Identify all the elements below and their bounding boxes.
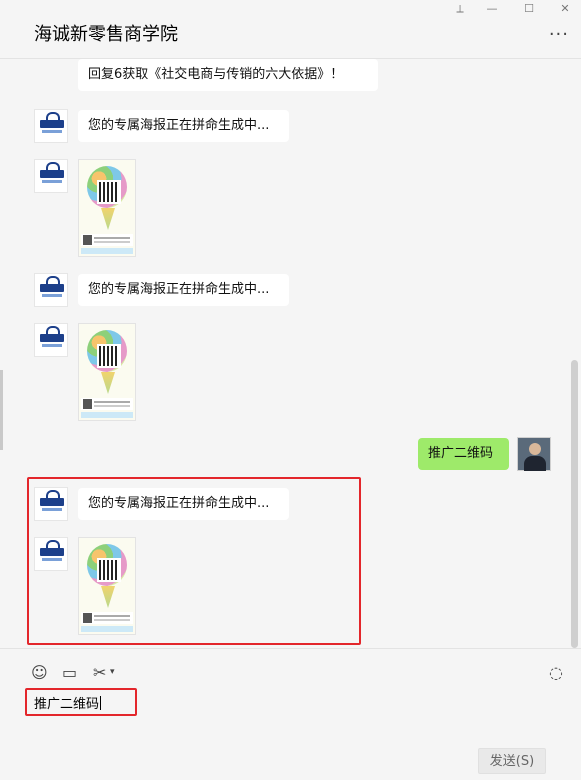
message-bubble[interactable]: 回复6获取《社交电商与传销的六大依据》！: [78, 59, 378, 91]
account-avatar[interactable]: [34, 159, 68, 193]
account-avatar[interactable]: [34, 109, 68, 143]
poster-image[interactable]: [78, 323, 136, 421]
minimize-icon[interactable]: —: [482, 0, 502, 18]
highlight-box-messages: [27, 477, 361, 645]
account-avatar[interactable]: [34, 323, 68, 357]
message-bubble[interactable]: 您的专属海报正在拼命生成中...: [78, 110, 289, 142]
chat-scrollbar[interactable]: [571, 360, 578, 648]
highlight-box-input: [25, 688, 137, 716]
pin-icon[interactable]: ⟂: [451, 0, 469, 18]
folder-icon[interactable]: ▭: [62, 663, 77, 682]
chevron-down-icon[interactable]: ▾: [110, 667, 115, 677]
close-icon[interactable]: ✕: [555, 0, 575, 18]
user-avatar[interactable]: [517, 437, 551, 471]
more-options-icon[interactable]: ···: [549, 24, 569, 45]
emoji-icon[interactable]: ☺: [31, 663, 48, 682]
message-bubble[interactable]: 您的专属海报正在拼命生成中...: [78, 274, 289, 306]
scissors-icon[interactable]: ✂: [93, 663, 106, 682]
maximize-icon[interactable]: ☐: [519, 0, 539, 18]
window-title: 海诚新零售商学院: [34, 24, 178, 45]
account-avatar[interactable]: [34, 273, 68, 307]
chat-history-icon[interactable]: ◌: [549, 663, 563, 682]
poster-image[interactable]: [78, 159, 136, 257]
input-panel: ☺ ▭ ✂ ▾ ◌ 推广二维码 发送(S): [0, 648, 581, 780]
title-bar: 海诚新零售商学院 ⟂ — ☐ ✕ ···: [0, 0, 581, 59]
my-message-bubble[interactable]: 推广二维码: [418, 438, 509, 470]
chat-area[interactable]: 回复6获取《社交电商与传销的六大依据》！ 您的专属海报正在拼命生成中... 您的…: [0, 59, 581, 647]
send-button[interactable]: 发送(S): [478, 748, 546, 774]
resize-edge: [0, 370, 3, 450]
